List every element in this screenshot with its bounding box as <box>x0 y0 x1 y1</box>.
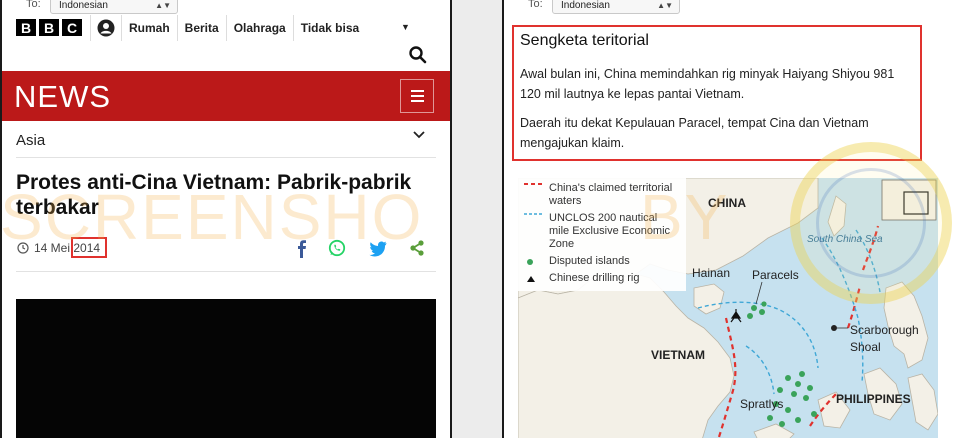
chevron-down-icon <box>413 131 425 139</box>
news-title[interactable]: NEWS <box>14 79 111 115</box>
map-label-philippines: PHILIPPINES <box>836 392 911 406</box>
facebook-icon[interactable] <box>296 240 308 258</box>
bbc-logo[interactable]: B B C <box>16 19 82 36</box>
map-label-china: CHINA <box>708 196 746 210</box>
drilling-rig-icon <box>527 276 535 282</box>
logo-letter: B <box>16 19 36 36</box>
legend-item: Disputed islands <box>524 255 680 268</box>
map-label-scarborough-shoal: Scarborough Shoal <box>850 323 919 354</box>
clock-icon <box>17 242 29 254</box>
panel-border <box>0 0 2 438</box>
menu-icon-line <box>410 90 424 92</box>
legend-item: China's claimed territorial waters <box>524 182 680 208</box>
search-icon <box>409 46 427 64</box>
more-caret-icon[interactable]: ▼ <box>401 22 410 32</box>
map-legend: China's claimed territorial waters UNCLO… <box>518 178 686 291</box>
red-dash-line-icon <box>524 183 544 185</box>
territorial-dispute-box: Sengketa teritorial Awal bulan ini, Chin… <box>512 25 922 161</box>
green-dot-icon <box>527 259 533 265</box>
nav-item-berita[interactable]: Berita <box>178 15 226 41</box>
legend-label: UNCLOS 200 nautical mile Exclusive Econo… <box>549 212 671 250</box>
language-value: Indonesian <box>561 0 610 11</box>
share-icon[interactable] <box>409 240 425 256</box>
legend-label: China's claimed territorial waters <box>549 182 673 207</box>
language-value: Indonesian <box>59 0 108 11</box>
whatsapp-icon[interactable] <box>328 239 346 257</box>
blue-dash-line-icon <box>524 213 544 215</box>
map-label-vietnam: VIETNAM <box>651 348 705 362</box>
map-label-paracels: Paracels <box>752 268 799 282</box>
logo-letter: C <box>62 19 82 36</box>
menu-icon-line <box>410 95 424 97</box>
nav-item-more[interactable]: Tidak bisa <box>294 15 366 41</box>
language-select[interactable]: Indonesian ▲▼ <box>552 0 680 14</box>
video-player[interactable] <box>16 299 436 438</box>
translate-to-label: To: <box>528 0 543 10</box>
nav-item-rumah[interactable]: Rumah <box>122 15 177 41</box>
search-button[interactable] <box>408 45 428 65</box>
legend-item: UNCLOS 200 nautical mile Exclusive Econo… <box>524 212 680 251</box>
map-label-hainan: Hainan <box>692 266 731 280</box>
year-highlight-box <box>71 237 107 258</box>
translate-to-label: To: <box>26 0 41 10</box>
article-headline: Protes anti-Cina Vietnam: Pabrik-pabrik … <box>16 171 412 219</box>
menu-button[interactable] <box>400 79 434 113</box>
article-meta-row: 14 Mei 2014 <box>16 236 436 272</box>
panel-border <box>450 0 452 438</box>
legend-label: Disputed islands <box>549 255 630 267</box>
menu-icon-line <box>410 100 424 102</box>
select-arrows-icon: ▲▼ <box>155 1 171 10</box>
section-label: Asia <box>16 132 46 149</box>
legend-item: Chinese drilling rig <box>524 272 680 285</box>
watermark-seal-logo <box>790 142 952 304</box>
logo-letter: B <box>39 19 59 36</box>
legend-label: Chinese drilling rig <box>549 272 640 284</box>
box-paragraph: Awal bulan ini, China memindahkan rig mi… <box>520 67 895 101</box>
account-button[interactable] <box>91 15 121 41</box>
left-browser-panel: To: Indonesian ▲▼ B B C Rumah Berita Ola… <box>2 0 450 438</box>
account-icon <box>97 19 115 37</box>
news-header-bar: NEWS <box>2 71 450 121</box>
screenshot-stage: To: Indonesian ▲▼ B B C Rumah Berita Ola… <box>0 0 953 438</box>
date-day-month: 14 Mei <box>34 241 71 255</box>
box-title: Sengketa teritorial <box>520 32 649 49</box>
section-dropdown[interactable]: Asia <box>16 122 436 158</box>
nav-item-olahraga[interactable]: Olahraga <box>227 15 293 41</box>
top-navigation: Rumah Berita Olahraga Tidak bisa <box>90 15 366 41</box>
select-arrows-icon: ▲▼ <box>657 1 673 10</box>
twitter-icon[interactable] <box>369 241 387 257</box>
language-select[interactable]: Indonesian ▲▼ <box>50 0 178 14</box>
translate-bar: To: Indonesian ▲▼ <box>2 0 450 14</box>
seal-inner-ring <box>816 168 926 278</box>
map-label-spratlys: Spratlys <box>740 397 784 411</box>
